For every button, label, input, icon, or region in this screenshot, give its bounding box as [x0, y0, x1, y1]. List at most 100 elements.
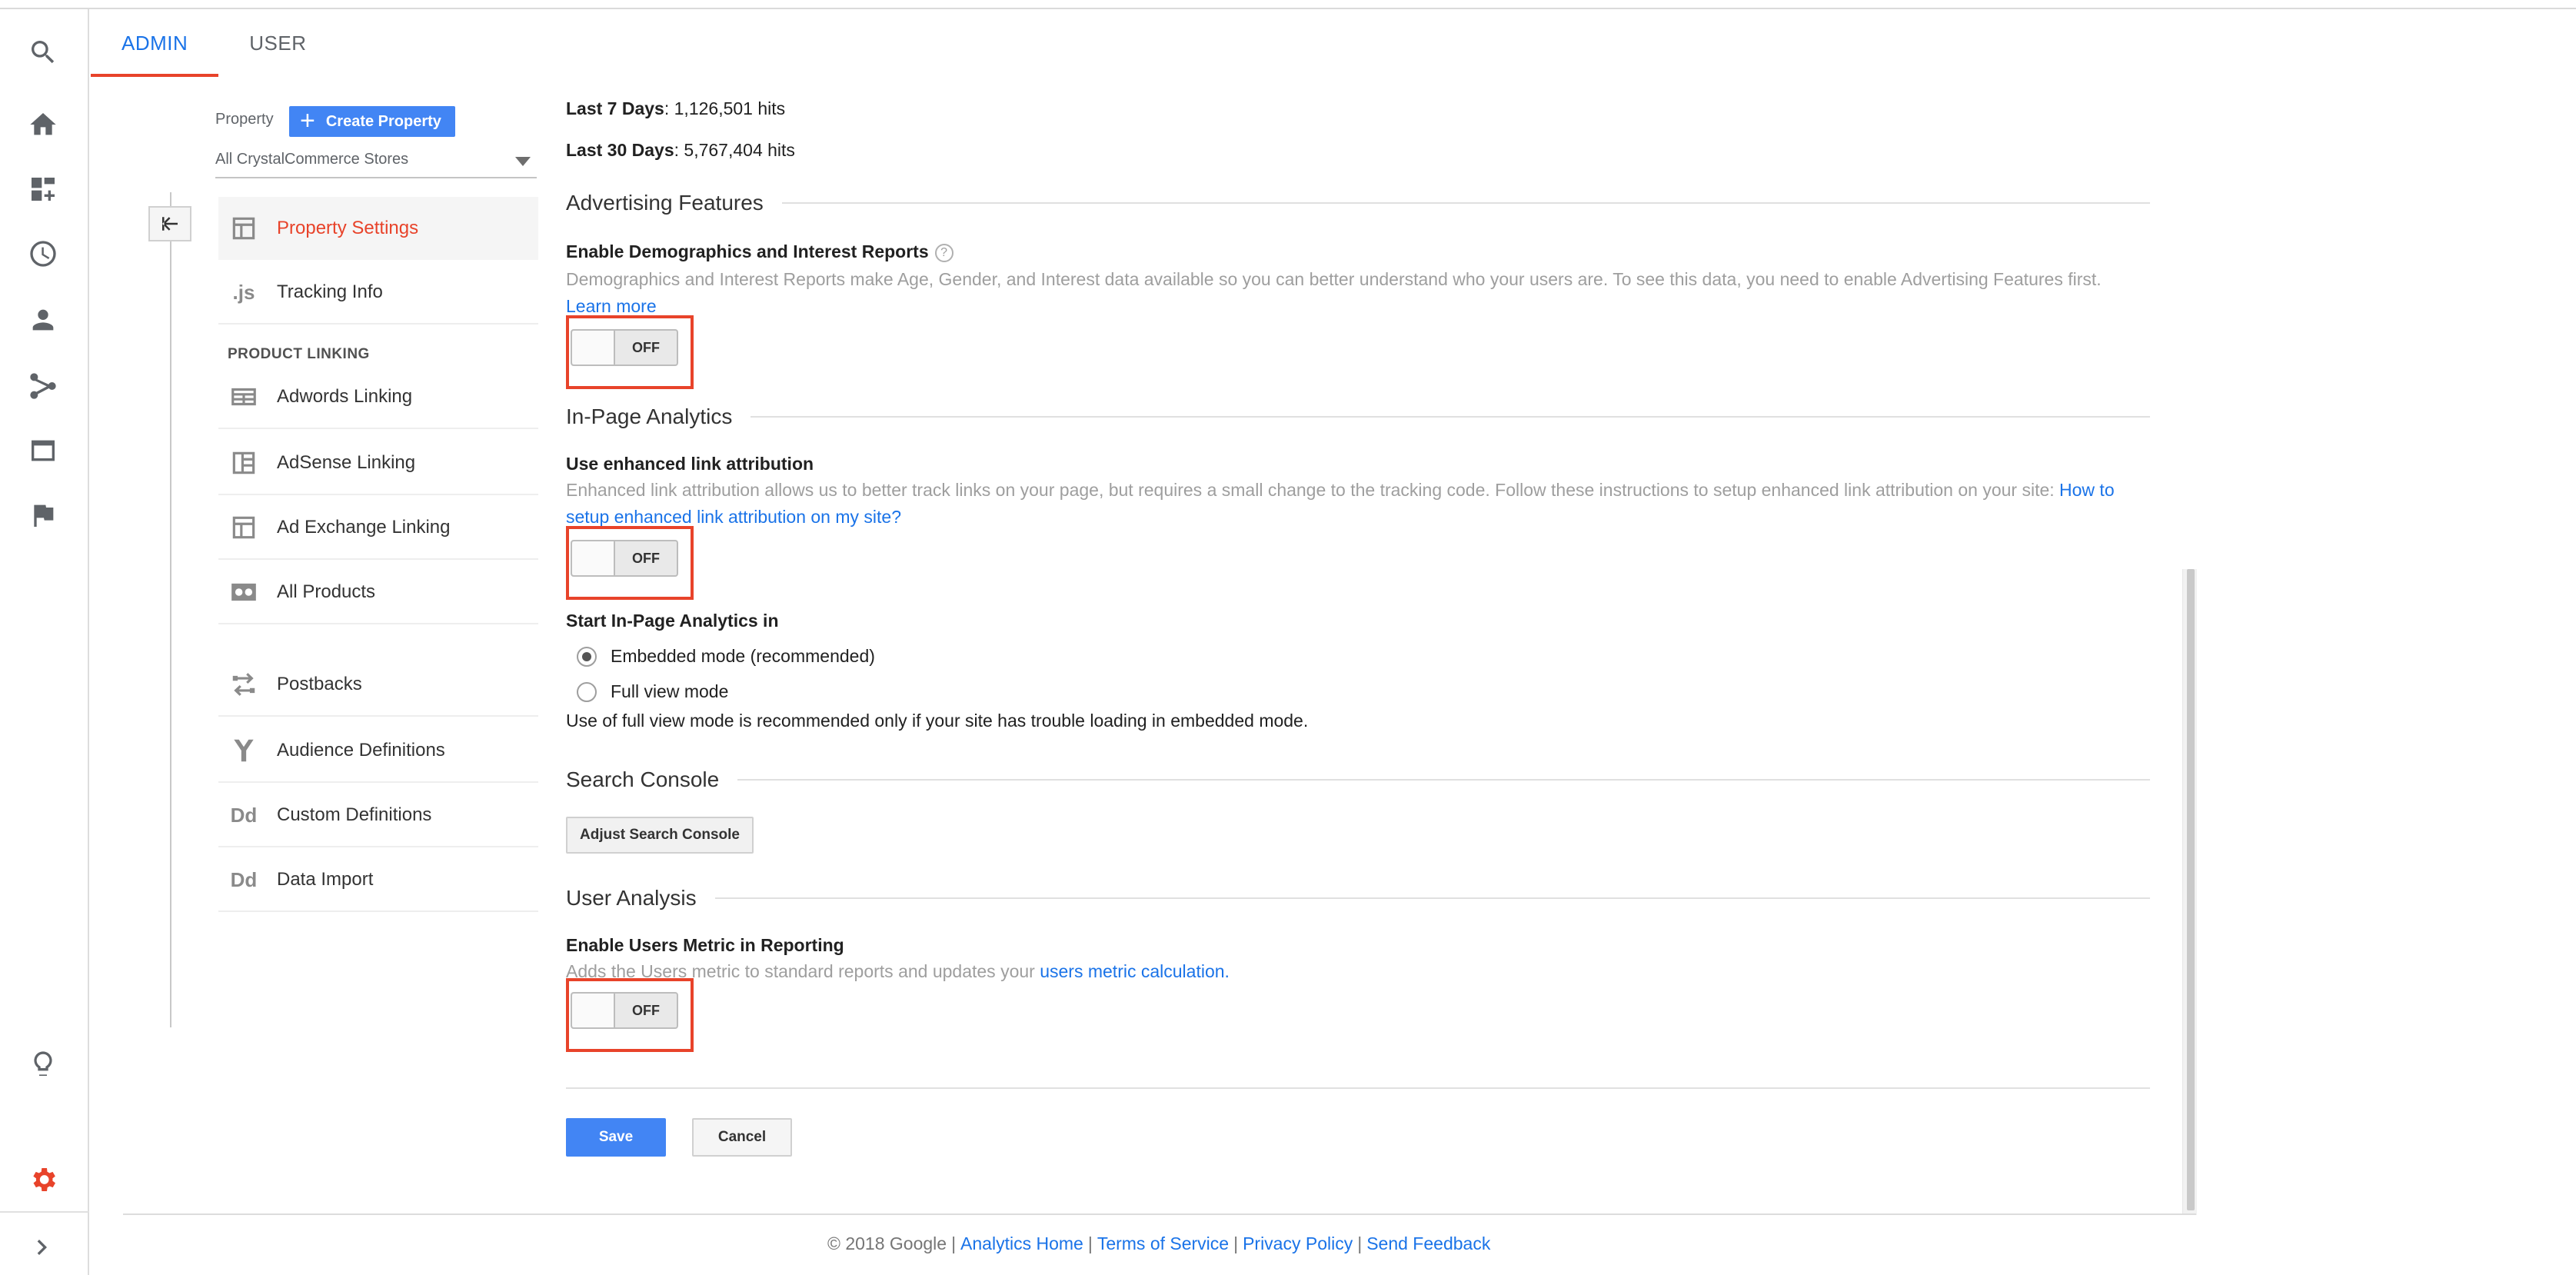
analytics-home-link[interactable]: Analytics Home — [960, 1233, 1083, 1253]
nav-item-adwords-linking[interactable]: Adwords Linking — [218, 366, 538, 429]
adjust-search-console-button[interactable]: Adjust Search Console — [566, 817, 754, 854]
nav-item-adsense-linking[interactable]: AdSense Linking — [218, 432, 538, 495]
back-arrow-icon — [162, 217, 178, 231]
radio-label: Full view mode — [611, 681, 729, 701]
radio-label: Embedded mode (recommended) — [611, 646, 875, 666]
nav-item-label: Postbacks — [277, 674, 362, 694]
property-select-value: All CrystalCommerce Stores — [215, 151, 409, 168]
last-30-days-stat: Last 30 Days: 5,767,404 hits — [566, 140, 795, 161]
chevron-right-icon[interactable] — [26, 1230, 60, 1264]
js-icon: .js — [232, 280, 255, 304]
demographics-setting-title: Enable Demographics and Interest Reports… — [566, 241, 954, 262]
enhanced-link-description: Enhanced link attribution allows us to b… — [566, 477, 2150, 531]
nav-item-label: Data Import — [277, 869, 374, 890]
users-metric-setting-title: Enable Users Metric in Reporting — [566, 935, 844, 955]
property-settings-icon — [229, 214, 258, 243]
enhanced-link-toggle[interactable]: OFF — [571, 540, 678, 577]
toggle-state: OFF — [632, 339, 660, 355]
copyright-text: © 2018 Google — [827, 1233, 947, 1253]
toggle-state: OFF — [632, 1002, 660, 1018]
product-linking-heading: PRODUCT LINKING — [228, 346, 370, 362]
full-view-note: Use of full view mode is recommended onl… — [566, 711, 1309, 731]
plus-icon: + — [300, 105, 315, 135]
nav-item-all-products[interactable]: All Products — [218, 561, 538, 624]
scrollbar-thumb[interactable] — [2187, 569, 2195, 1210]
privacy-policy-link[interactable]: Privacy Policy — [1243, 1233, 1353, 1253]
clock-icon[interactable] — [26, 237, 60, 271]
nav-item-custom-definitions[interactable]: Dd Custom Definitions — [218, 784, 538, 847]
demographics-toggle[interactable]: OFF — [571, 329, 678, 366]
section-divider — [751, 416, 2150, 418]
stat-value: : 5,767,404 hits — [674, 140, 795, 160]
nav-item-data-import[interactable]: Dd Data Import — [218, 849, 538, 912]
in-page-analytics-heading: In-Page Analytics — [566, 404, 2150, 429]
save-button[interactable]: Save — [566, 1118, 666, 1157]
setting-title-text: Enable Demographics and Interest Reports — [566, 241, 929, 261]
radio-selected[interactable] — [577, 646, 597, 667]
stat-value: : 1,126,501 hits — [664, 98, 786, 118]
flag-icon[interactable] — [26, 498, 60, 532]
description-text: Demographics and Interest Reports make A… — [566, 269, 2102, 289]
search-console-heading: Search Console — [566, 767, 2150, 792]
section-divider — [714, 897, 2150, 899]
enhanced-link-setting-title: Use enhanced link attribution — [566, 454, 814, 474]
adwords-icon — [229, 382, 258, 411]
home-icon[interactable] — [26, 108, 60, 141]
toggle-state: OFF — [632, 550, 660, 566]
nav-item-label: Adwords Linking — [277, 386, 413, 407]
start-in-page-label: Start In-Page Analytics in — [566, 611, 779, 631]
toggle-knob — [572, 541, 615, 575]
demographics-toggle-highlight: OFF — [566, 315, 694, 389]
property-label: Property — [215, 111, 274, 128]
tab-admin[interactable]: ADMIN — [91, 9, 219, 77]
nav-item-label: Ad Exchange Linking — [277, 517, 451, 538]
nav-item-tracking-info[interactable]: .js Tracking Info — [218, 261, 538, 325]
embedded-mode-option[interactable]: Embedded mode (recommended) — [577, 646, 875, 667]
enhanced-link-toggle-highlight: OFF — [566, 526, 694, 600]
gear-icon[interactable] — [26, 1163, 60, 1197]
nav-item-audience-definitions[interactable]: Audience Definitions — [218, 720, 538, 783]
nav-item-label: Audience Definitions — [277, 740, 445, 761]
postbacks-icon — [229, 670, 258, 699]
actions-divider — [566, 1087, 2150, 1089]
learn-more-link[interactable]: Learn more — [566, 296, 657, 316]
behavior-icon[interactable] — [26, 434, 60, 468]
create-property-button[interactable]: + Create Property — [289, 106, 455, 137]
demographics-description: Demographics and Interest Reports make A… — [566, 266, 2150, 320]
left-icon-rail — [0, 9, 89, 1275]
nav-item-postbacks[interactable]: Postbacks — [218, 654, 538, 717]
search-icon[interactable] — [26, 35, 60, 69]
stat-label: Last 30 Days — [566, 140, 674, 160]
nav-item-label: All Products — [277, 581, 376, 602]
users-metric-link[interactable]: users metric calculation. — [1040, 961, 1230, 981]
customization-icon[interactable] — [26, 172, 60, 206]
tab-user[interactable]: USER — [218, 9, 337, 77]
person-icon[interactable] — [26, 303, 60, 337]
nav-item-label: AdSense Linking — [277, 452, 416, 473]
users-metric-toggle[interactable]: OFF — [571, 992, 678, 1029]
page-bottom-divider — [123, 1213, 2196, 1215]
ad-exchange-icon — [229, 513, 258, 542]
create-property-label: Create Property — [325, 112, 441, 130]
radio-unselected[interactable] — [577, 681, 597, 702]
lightbulb-icon[interactable] — [26, 1047, 60, 1081]
cancel-button[interactable]: Cancel — [692, 1118, 792, 1157]
section-title-text: User Analysis — [566, 886, 697, 910]
section-title-text: In-Page Analytics — [566, 404, 733, 428]
nav-item-label: Custom Definitions — [277, 804, 432, 825]
advertising-features-heading: Advertising Features — [566, 191, 2150, 215]
section-title-text: Advertising Features — [566, 191, 764, 215]
dd-icon: Dd — [230, 803, 258, 827]
full-view-mode-option[interactable]: Full view mode — [577, 681, 728, 702]
acquisition-icon[interactable] — [26, 369, 60, 403]
nav-item-ad-exchange-linking[interactable]: Ad Exchange Linking — [218, 497, 538, 560]
toggle-knob — [572, 994, 615, 1027]
back-button[interactable] — [148, 206, 191, 241]
section-divider — [781, 202, 2150, 204]
user-analysis-heading: User Analysis — [566, 886, 2150, 910]
terms-of-service-link[interactable]: Terms of Service — [1097, 1233, 1229, 1253]
help-icon[interactable]: ? — [934, 243, 954, 262]
send-feedback-link[interactable]: Send Feedback — [1366, 1233, 1490, 1253]
property-select[interactable]: All CrystalCommerce Stores — [215, 151, 537, 178]
nav-item-property-settings[interactable]: Property Settings — [218, 197, 538, 260]
